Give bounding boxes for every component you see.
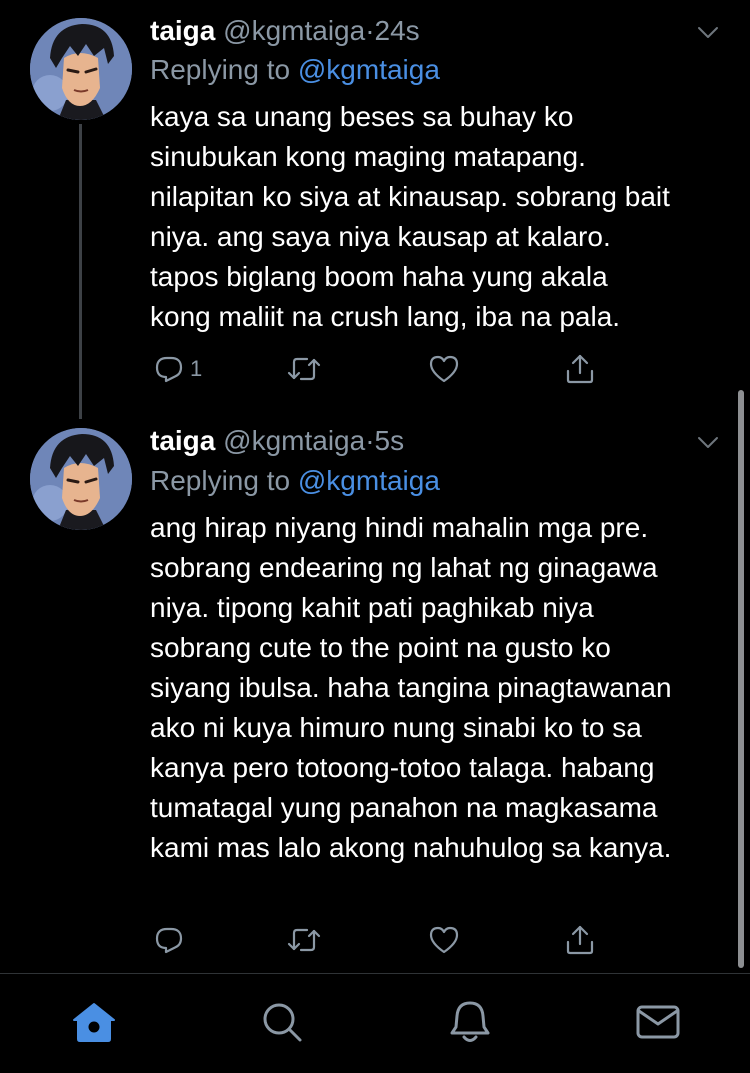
scrollbar[interactable] bbox=[738, 390, 744, 968]
avatar-image bbox=[30, 428, 132, 530]
tweet-text-line: sobrang endearing ng lahat ng ginagawa bbox=[150, 552, 658, 583]
tweet-text-line: niya. ang saya niya kausap at kalaro. bbox=[150, 221, 611, 252]
tweet-header: taiga @kgmtaiga·5s bbox=[150, 424, 404, 458]
bell-icon bbox=[450, 1001, 490, 1042]
tweet-header: taiga @kgmtaiga·24s bbox=[150, 14, 420, 48]
tweet-2[interactable]: taiga @kgmtaiga·5s Replying to @kgmtaiga… bbox=[0, 420, 750, 973]
like-icon bbox=[429, 926, 459, 954]
search-icon bbox=[263, 1003, 302, 1042]
replying-to: Replying to @kgmtaiga bbox=[150, 53, 440, 87]
tweet-text-line: tumatagal yung panahon na magkasama bbox=[150, 792, 658, 823]
reply-count: 1 bbox=[190, 356, 203, 381]
tweet-text-line: ako ni kuya himuro nung sinabi ko to sa bbox=[150, 712, 642, 743]
replying-to-label: Replying to bbox=[150, 54, 291, 85]
replying-to: Replying to @kgmtaiga bbox=[150, 464, 440, 498]
chevron-down-icon[interactable] bbox=[696, 20, 720, 44]
share-icon bbox=[566, 925, 594, 955]
like-button[interactable] bbox=[428, 349, 460, 389]
share-button[interactable] bbox=[564, 920, 596, 960]
retweet-icon bbox=[287, 928, 321, 952]
reply-icon bbox=[155, 927, 183, 954]
tweet-text-line: kanya pero totoong-totoo talaga. habang bbox=[150, 752, 655, 783]
like-button[interactable] bbox=[428, 920, 460, 960]
replying-to-label: Replying to bbox=[150, 465, 291, 496]
timestamp[interactable]: 5s bbox=[375, 425, 405, 456]
separator-dot: · bbox=[365, 15, 375, 46]
tab-home[interactable] bbox=[70, 998, 118, 1046]
display-name[interactable]: taiga bbox=[150, 425, 215, 456]
tweet-text-line: nilapitan ko siya at kinausap. sobrang b… bbox=[150, 181, 670, 212]
replying-to-mention[interactable]: @kgmtaiga bbox=[298, 465, 440, 496]
tweet-actions bbox=[150, 920, 610, 960]
tweet-text-line: kong maliit na crush lang, iba na pala. bbox=[150, 301, 621, 332]
tweet-actions: 1 bbox=[150, 349, 610, 389]
avatar-image bbox=[30, 18, 132, 120]
tab-search[interactable] bbox=[258, 998, 306, 1046]
tweet-text: kaya sa unang beses sa buhay ko sinubuka… bbox=[150, 97, 740, 337]
tab-notifications[interactable] bbox=[446, 998, 494, 1046]
tweet-1[interactable]: taiga @kgmtaiga·24s Replying to @kgmtaig… bbox=[0, 0, 750, 420]
avatar[interactable] bbox=[30, 428, 132, 530]
retweet-button[interactable] bbox=[286, 920, 322, 960]
share-icon bbox=[566, 354, 594, 384]
like-icon bbox=[429, 355, 459, 383]
replying-to-mention[interactable]: @kgmtaiga bbox=[298, 54, 440, 85]
share-button[interactable] bbox=[564, 349, 596, 389]
tweet-text-line: niya. tipong kahit pati paghikab niya bbox=[150, 592, 594, 623]
tweet-text-line: ang hirap niyang hindi mahalin mga pre. bbox=[150, 512, 649, 543]
display-name[interactable]: taiga bbox=[150, 15, 215, 46]
tweet-text-line: tapos biglang boom haha yung akala bbox=[150, 261, 608, 292]
tweet-text: ang hirap niyang hindi mahalin mga pre. … bbox=[150, 508, 740, 868]
tweet-text-line: siyang ibulsa. haha tangina pinagtawanan bbox=[150, 672, 672, 703]
chevron-down-icon[interactable] bbox=[696, 430, 720, 454]
user-handle[interactable]: @kgmtaiga bbox=[223, 425, 365, 456]
reply-button[interactable] bbox=[154, 920, 190, 960]
timestamp[interactable]: 24s bbox=[375, 15, 420, 46]
separator-dot: · bbox=[365, 425, 375, 456]
tweet-text-line: sobrang cute to the point na gusto ko bbox=[150, 632, 611, 663]
tweet-text-line: kaya sa unang beses sa buhay ko bbox=[150, 101, 574, 132]
bottom-tab-bar bbox=[0, 974, 750, 1073]
retweet-icon bbox=[287, 357, 321, 381]
reply-icon bbox=[155, 356, 183, 383]
tab-messages[interactable] bbox=[634, 998, 682, 1046]
reply-button[interactable]: 1 bbox=[154, 349, 202, 389]
home-icon bbox=[73, 1003, 115, 1042]
user-handle[interactable]: @kgmtaiga bbox=[223, 15, 365, 46]
retweet-button[interactable] bbox=[286, 349, 322, 389]
tweet-text-line: kami mas lalo akong nahuhulog sa kanya. bbox=[150, 832, 672, 863]
avatar[interactable] bbox=[30, 18, 132, 120]
tweet-text-line: sinubukan kong maging matapang. bbox=[150, 141, 586, 172]
mail-icon bbox=[636, 1005, 680, 1039]
